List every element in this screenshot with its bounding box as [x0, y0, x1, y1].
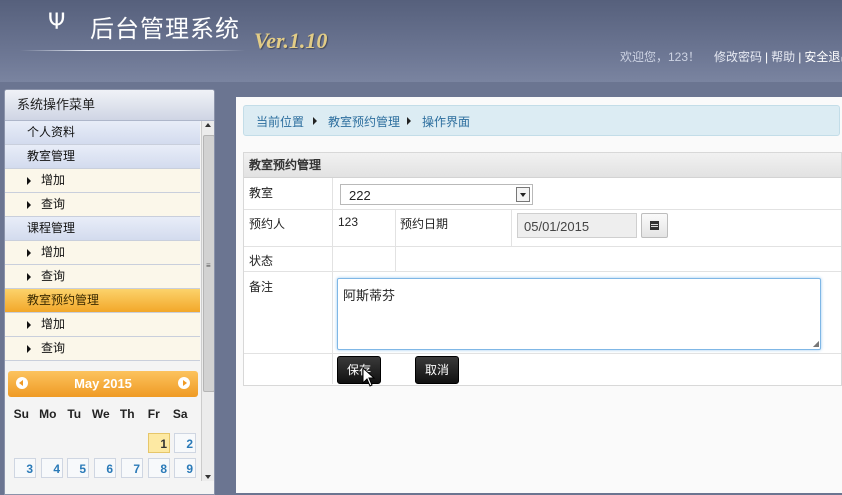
- mouse-cursor-icon: [362, 367, 376, 387]
- menu-item-course-add[interactable]: 增加: [5, 241, 200, 265]
- menu-item-classroom-management[interactable]: 教室管理: [5, 145, 200, 169]
- top-header: Ψ 后台管理系统 Ver.1.10 欢迎您，123！修改密码|帮助|安全退出: [0, 0, 842, 82]
- sidebar-title: 系统操作菜单: [5, 90, 214, 121]
- form-row-actions: 保存 取消: [244, 354, 841, 387]
- booker-value: 123: [338, 215, 359, 229]
- breadcrumb-arrow-icon: [313, 117, 317, 125]
- booking-date-input[interactable]: 05/01/2015: [517, 213, 637, 238]
- calendar-weekdays: Su Mo Tu We Th Fr Sa: [8, 407, 198, 421]
- booker-label: 预约人: [249, 217, 286, 231]
- classroom-label: 教室: [249, 186, 274, 200]
- booking-date-value: 05/01/2015: [524, 219, 590, 234]
- form-row-status: 状态: [244, 247, 841, 272]
- mini-calendar: May 2015 Su Mo Tu We Th Fr Sa 1 2 3 4 5 …: [8, 371, 198, 481]
- caret-right-icon: [27, 321, 31, 329]
- chevron-down-icon[interactable]: [516, 187, 530, 202]
- menu-item-booking-query[interactable]: 查询: [5, 337, 200, 361]
- calendar-icon: [650, 221, 659, 230]
- link-separator: |: [798, 50, 802, 64]
- caret-right-icon: [27, 345, 31, 353]
- classroom-select-value: 222: [349, 188, 371, 203]
- calendar-day[interactable]: 8: [148, 458, 170, 478]
- grip-icon: ≡: [206, 261, 211, 270]
- calendar-day[interactable]: 6: [94, 458, 116, 478]
- main-content: 当前位置 教室预约管理 操作界面 教室预约管理 教室 222 预约人 123 预…: [236, 97, 842, 493]
- weekday-label: Fr: [147, 407, 160, 421]
- calendar-header: May 2015: [8, 371, 198, 397]
- form-row-booker: 预约人 123 预约日期 05/01/2015: [244, 210, 841, 247]
- booking-date-label: 预约日期: [400, 217, 449, 231]
- calendar-day-today[interactable]: 1: [148, 433, 170, 453]
- sidebar-menu: 个人资料 教室管理 增加 查询 课程管理 增加 查询 教室预约管理 增加 查询: [5, 121, 200, 361]
- remark-textarea[interactable]: 阿斯蒂芬 ◢: [337, 278, 821, 350]
- form-row-classroom: 教室 222: [244, 178, 841, 210]
- menu-item-profile[interactable]: 个人资料: [5, 121, 200, 145]
- scroll-down-icon[interactable]: [205, 475, 211, 479]
- weekday-label: We: [91, 407, 110, 421]
- sidebar: 系统操作菜单 个人资料 教室管理 增加 查询 课程管理 增加 查询 教室预约管理…: [4, 89, 215, 495]
- menu-item-classroom-query[interactable]: 查询: [5, 193, 200, 217]
- calendar-days: 1 2 3 4 5 6 7 8 9: [8, 421, 198, 481]
- weekday-label: Su: [13, 407, 29, 421]
- column-divider: [332, 178, 333, 384]
- menu-item-course-management[interactable]: 课程管理: [5, 217, 200, 241]
- status-label: 状态: [249, 254, 274, 268]
- booking-form: 教室预约管理 教室 222 预约人 123 预约日期 05/01/2015 状态…: [243, 152, 842, 387]
- calendar-month-title: May 2015: [74, 376, 132, 391]
- scroll-up-icon[interactable]: [205, 123, 211, 127]
- title-underline: [20, 50, 245, 51]
- next-month-icon[interactable]: [178, 377, 190, 389]
- menu-item-course-query[interactable]: 查询: [5, 265, 200, 289]
- change-password-link[interactable]: 修改密码: [714, 50, 762, 64]
- scrollbar-thumb[interactable]: ≡: [203, 135, 214, 392]
- sidebar-scrollbar[interactable]: ≡: [201, 121, 214, 481]
- breadcrumb: 当前位置 教室预约管理 操作界面: [243, 105, 840, 136]
- calendar-day[interactable]: 2: [174, 433, 196, 453]
- link-separator: |: [765, 50, 769, 64]
- caret-right-icon: [27, 273, 31, 281]
- weekday-label: Mo: [39, 407, 57, 421]
- classroom-select[interactable]: 222: [340, 184, 533, 205]
- menu-item-booking-management[interactable]: 教室预约管理: [5, 289, 200, 313]
- weekday-label: Tu: [67, 407, 82, 421]
- calendar-button[interactable]: [641, 213, 668, 238]
- menu-item-booking-add[interactable]: 增加: [5, 313, 200, 337]
- remark-value: 阿斯蒂芬: [343, 288, 396, 303]
- remark-label: 备注: [249, 280, 274, 294]
- calendar-day[interactable]: 4: [41, 458, 63, 478]
- column-divider: [395, 210, 396, 272]
- breadcrumb-item: 操作界面: [422, 115, 471, 129]
- version-label: Ver.1.10: [254, 28, 328, 53]
- form-row-remark: 备注 阿斯蒂芬 ◢: [244, 272, 841, 354]
- calendar-day[interactable]: 7: [121, 458, 143, 478]
- form-title: 教室预约管理: [244, 153, 841, 178]
- breadcrumb-item: 当前位置: [256, 115, 305, 129]
- calendar-day[interactable]: 5: [67, 458, 89, 478]
- calendar-day[interactable]: 3: [14, 458, 36, 478]
- resize-grip-icon[interactable]: ◢: [813, 339, 819, 348]
- menu-item-classroom-add[interactable]: 增加: [5, 169, 200, 193]
- weekday-label: Sa: [172, 407, 188, 421]
- top-links: 欢迎您，123！修改密码|帮助|安全退出: [620, 48, 842, 65]
- weekday-label: Th: [119, 407, 135, 421]
- system-title: 后台管理系统: [90, 15, 240, 43]
- column-divider: [511, 210, 512, 247]
- breadcrumb-arrow-icon: [407, 117, 411, 125]
- caret-right-icon: [27, 201, 31, 209]
- welcome-text: 欢迎您，123！: [620, 50, 701, 64]
- logo-icon: Ψ: [48, 10, 66, 35]
- caret-right-icon: [27, 249, 31, 257]
- help-link[interactable]: 帮助: [771, 50, 795, 64]
- logout-link[interactable]: 安全退出: [804, 50, 842, 64]
- cancel-button[interactable]: 取消: [415, 356, 460, 384]
- breadcrumb-item[interactable]: 教室预约管理: [328, 113, 400, 130]
- caret-right-icon: [27, 177, 31, 185]
- calendar-day[interactable]: 9: [174, 458, 196, 478]
